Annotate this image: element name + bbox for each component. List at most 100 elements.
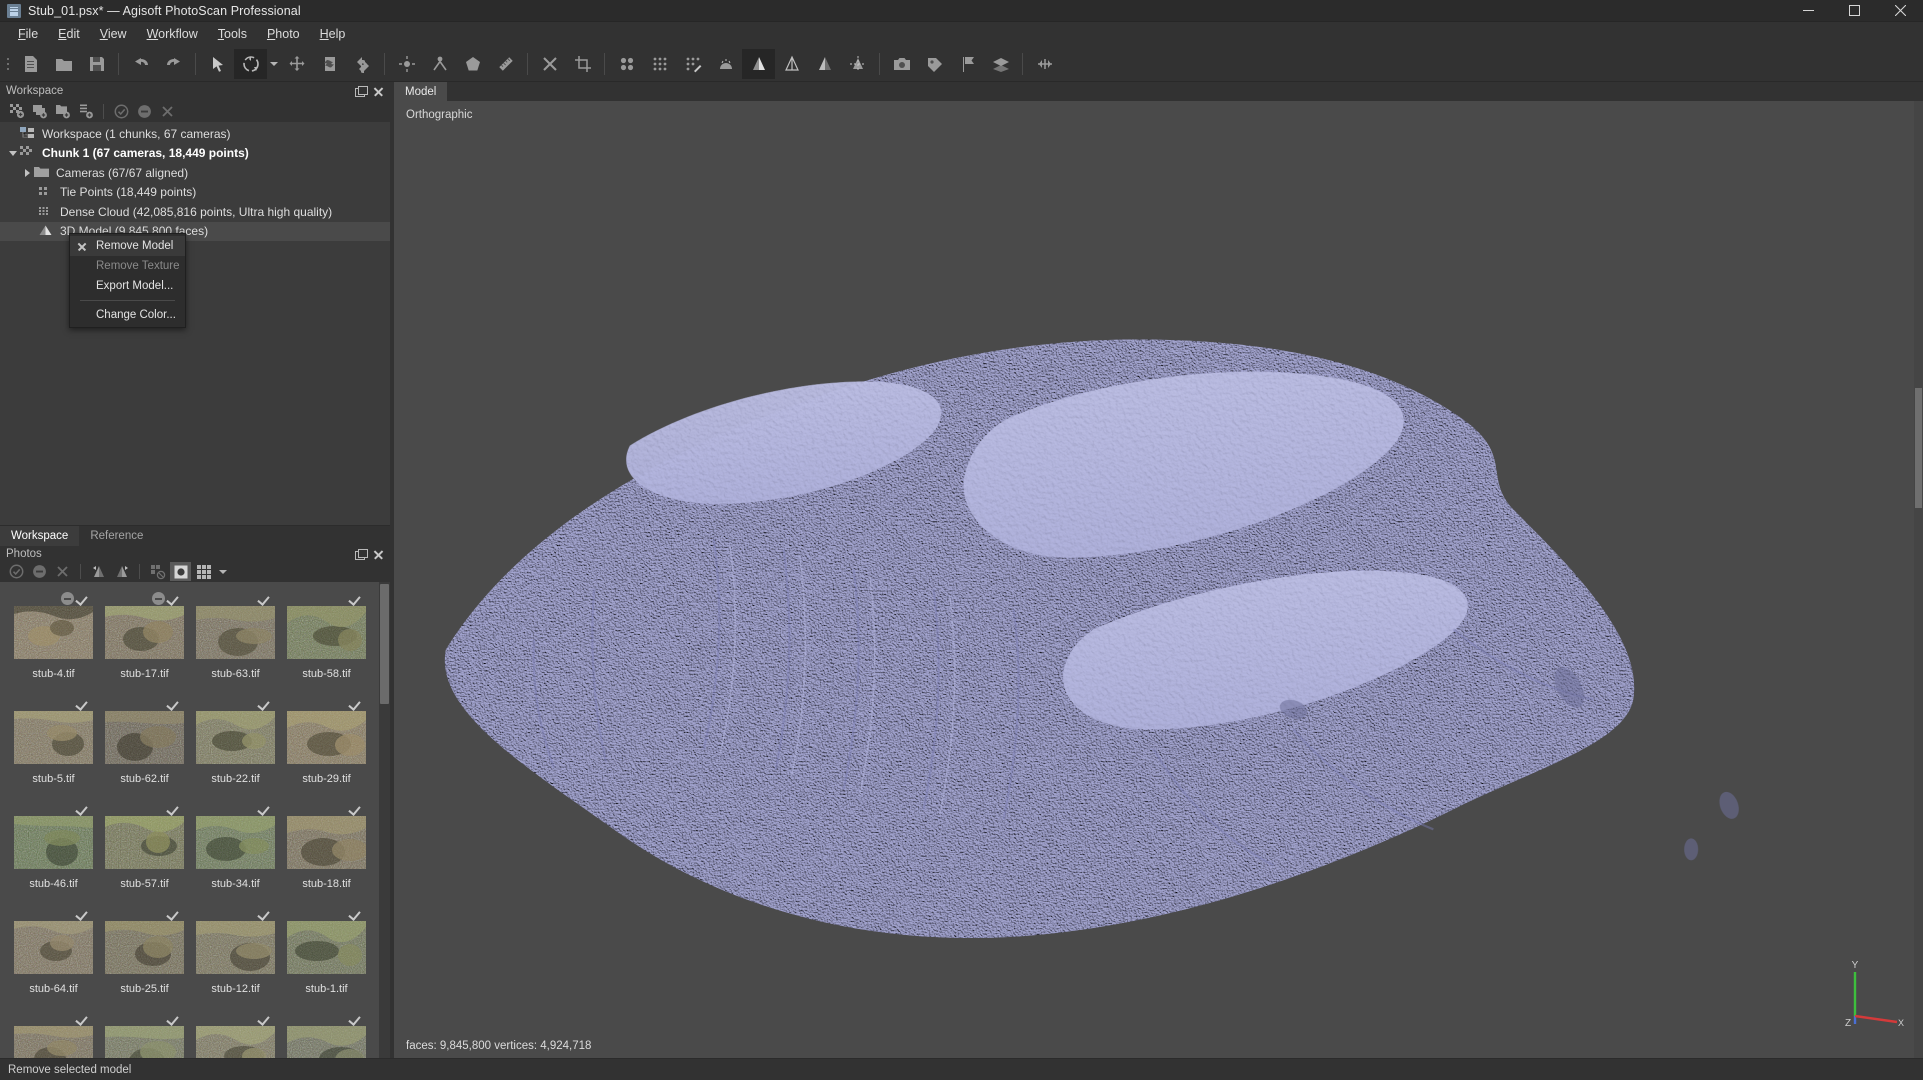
- photo-thumbnail-image[interactable]: [196, 710, 275, 764]
- photo-thumbnail-item[interactable]: stub-18.tif: [281, 800, 372, 905]
- menu-tools[interactable]: Tools: [208, 24, 257, 44]
- reset-masks-icon[interactable]: [147, 562, 168, 581]
- select-arrow-icon[interactable]: [201, 49, 234, 79]
- photo-thumbnail-image[interactable]: [105, 920, 184, 974]
- photos-scrollbar-vertical[interactable]: [379, 581, 390, 1058]
- enable-icon[interactable]: [111, 102, 132, 121]
- photo-thumbnail-image[interactable]: [105, 605, 184, 659]
- photo-thumbnail-item[interactable]: stub-4.tif: [8, 590, 99, 695]
- measure-scalebar-icon[interactable]: [423, 49, 456, 79]
- tag-label-icon[interactable]: [918, 49, 951, 79]
- close-panel-icon[interactable]: [373, 549, 384, 560]
- reset-region-icon[interactable]: [346, 49, 379, 79]
- menu-workflow[interactable]: Workflow: [137, 24, 208, 44]
- rotate-object-icon[interactable]: [234, 48, 267, 79]
- disable-icon[interactable]: [134, 102, 155, 121]
- close-panel-icon[interactable]: [373, 86, 384, 97]
- photo-thumbnail-item[interactable]: stub-25.tif: [99, 905, 190, 1010]
- tab-reference[interactable]: Reference: [79, 526, 154, 546]
- view-shaded-model-icon[interactable]: [742, 48, 775, 79]
- add-markers-icon[interactable]: [75, 102, 96, 121]
- undock-panel-icon[interactable]: [355, 85, 368, 97]
- view-classified-points-icon[interactable]: [676, 49, 709, 79]
- photo-thumbnail-image[interactable]: [287, 1025, 366, 1058]
- photos-grid[interactable]: stub-4.tif stub-17.tif stub-63.tif stub-58.…: [0, 581, 390, 1058]
- photo-thumbnail-item[interactable]: stub-34.tif: [190, 800, 281, 905]
- view-normals-icon[interactable]: [709, 49, 742, 79]
- scrollbar-thumb[interactable]: [1915, 388, 1922, 509]
- photo-thumbnail-item[interactable]: stub-12.tif: [190, 905, 281, 1010]
- photo-thumbnail-item[interactable]: [99, 1010, 190, 1058]
- context-menu-item-export-model[interactable]: Export Model...: [70, 276, 185, 296]
- menu-edit[interactable]: Edit: [48, 24, 90, 44]
- undock-panel-icon[interactable]: [355, 548, 368, 560]
- polygon-shape-icon[interactable]: [456, 49, 489, 79]
- pan-move-icon[interactable]: [280, 49, 313, 79]
- layers-icon[interactable]: [984, 49, 1017, 79]
- photo-thumbnail-item[interactable]: stub-22.tif: [190, 695, 281, 800]
- reset-view-icon[interactable]: [1028, 49, 1061, 79]
- photo-thumbnail-image[interactable]: [196, 920, 275, 974]
- menu-view[interactable]: View: [90, 24, 137, 44]
- photo-thumbnail-image[interactable]: [105, 815, 184, 869]
- minimize-icon[interactable]: [1785, 0, 1831, 21]
- photo-thumbnail-image[interactable]: [287, 920, 366, 974]
- photo-thumbnail-image[interactable]: [14, 1025, 93, 1058]
- photo-thumbnail-item[interactable]: [8, 1010, 99, 1058]
- model-context-menu[interactable]: Remove Model Remove Texture Export Model..…: [69, 233, 186, 328]
- add-photos-icon[interactable]: [29, 102, 50, 121]
- photo-disabled-icon[interactable]: [61, 591, 74, 605]
- crop-selection-icon[interactable]: [566, 49, 599, 79]
- show-masks-icon[interactable]: [170, 562, 191, 582]
- camera-capture-icon[interactable]: [885, 49, 918, 79]
- set-marker-icon[interactable]: [390, 49, 423, 79]
- maximize-icon[interactable]: [1831, 0, 1877, 21]
- new-document-icon[interactable]: [14, 49, 47, 79]
- tree-item-3d-model[interactable]: 3D Model (9,845,800 faces): [0, 221, 390, 241]
- flag-marker-icon[interactable]: [951, 49, 984, 79]
- thumbnail-size-caret[interactable]: [216, 562, 229, 581]
- tree-item-cameras[interactable]: Cameras (67/67 aligned): [0, 163, 390, 183]
- photo-thumbnail-image[interactable]: [14, 920, 93, 974]
- photo-thumbnail-image[interactable]: [287, 815, 366, 869]
- undo-icon[interactable]: [124, 49, 157, 79]
- thumbnail-size-icon[interactable]: [193, 562, 214, 581]
- tree-item-dense-cloud[interactable]: Dense Cloud (42,085,816 points, Ultra hi…: [0, 202, 390, 222]
- enable-photos-icon[interactable]: [6, 562, 27, 581]
- photo-thumbnail-image[interactable]: [196, 1025, 275, 1058]
- context-menu-item-remove-model[interactable]: Remove Model: [70, 236, 185, 256]
- view-textured-model-icon[interactable]: [808, 49, 841, 79]
- tree-item-chunk-1[interactable]: Chunk 1 (67 cameras, 18,449 points): [0, 144, 390, 164]
- delete-selection-icon[interactable]: [533, 49, 566, 79]
- viewport-scrollbar-vertical[interactable]: [1914, 101, 1923, 1058]
- context-menu-item-change-color[interactable]: Change Color...: [70, 305, 185, 325]
- photo-thumbnail-item[interactable]: stub-29.tif: [281, 695, 372, 800]
- photo-disabled-icon[interactable]: [152, 591, 165, 605]
- scrollbar-thumb[interactable]: [380, 583, 389, 704]
- rotate-right-icon[interactable]: [111, 562, 132, 581]
- photo-thumbnail-item[interactable]: stub-46.tif: [8, 800, 99, 905]
- rotate-dropdown-caret[interactable]: [267, 49, 280, 79]
- ruler-measure-icon[interactable]: [489, 49, 522, 79]
- photo-thumbnail-image[interactable]: [105, 1025, 184, 1058]
- photo-thumbnail-image[interactable]: [287, 710, 366, 764]
- view-dense-points-icon[interactable]: [643, 49, 676, 79]
- photo-thumbnail-item[interactable]: stub-62.tif: [99, 695, 190, 800]
- photo-thumbnail-image[interactable]: [14, 815, 93, 869]
- photo-thumbnail-item[interactable]: stub-58.tif: [281, 590, 372, 695]
- photo-thumbnail-item[interactable]: stub-64.tif: [8, 905, 99, 1010]
- photo-thumbnail-image[interactable]: [14, 605, 93, 659]
- photo-thumbnail-image[interactable]: [196, 605, 275, 659]
- menu-help[interactable]: Help: [310, 24, 356, 44]
- rotate-left-icon[interactable]: [88, 562, 109, 581]
- remove-photos-icon[interactable]: [52, 562, 73, 581]
- photo-thumbnail-item[interactable]: stub-17.tif: [99, 590, 190, 695]
- photo-thumbnail-image[interactable]: [287, 605, 366, 659]
- add-chunk-icon[interactable]: [6, 102, 27, 121]
- workspace-tree[interactable]: Workspace (1 chunks, 67 cameras) Chunk 1…: [0, 122, 390, 525]
- photo-thumbnail-item[interactable]: stub-63.tif: [190, 590, 281, 695]
- photo-thumbnail-item[interactable]: stub-1.tif: [281, 905, 372, 1010]
- model-viewport[interactable]: Orthographic faces: 9,845,800 vertices: …: [394, 101, 1923, 1058]
- tab-model[interactable]: Model: [394, 82, 448, 101]
- tree-item-tie-points[interactable]: Tie Points (18,449 points): [0, 183, 390, 203]
